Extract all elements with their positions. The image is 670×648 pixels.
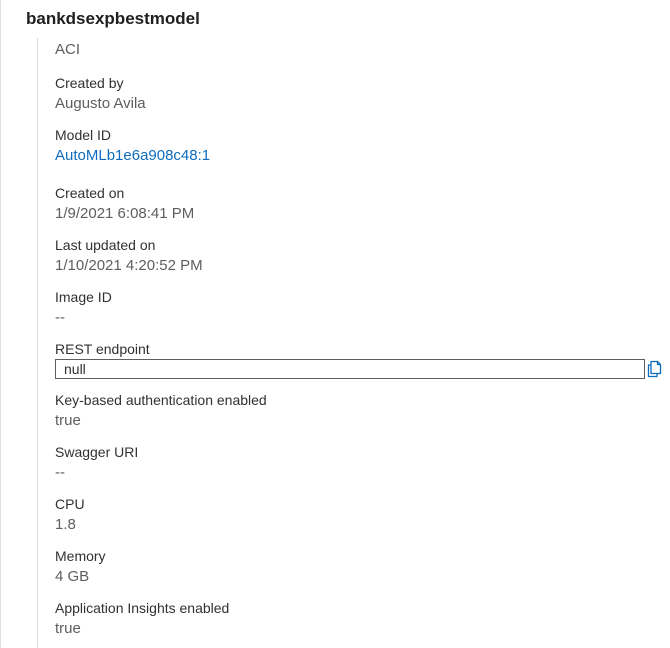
app-insights-label: Application Insights enabled bbox=[55, 600, 230, 616]
deployment-title: bankdsexpbestmodel bbox=[26, 9, 200, 28]
created-by-label: Created by bbox=[55, 75, 124, 91]
section-rail-divider bbox=[37, 38, 38, 648]
image-id-value: -- bbox=[55, 309, 65, 326]
model-id-field: Model ID AutoMLb1e6a908c48:1 bbox=[55, 126, 655, 166]
memory-value: 4 GB bbox=[55, 568, 90, 585]
rest-endpoint-row: null bbox=[55, 359, 662, 381]
key-auth-field: Key-based authentication enabled true bbox=[55, 391, 655, 431]
swagger-uri-value: -- bbox=[55, 464, 65, 481]
cpu-label: CPU bbox=[55, 496, 85, 512]
key-auth-value: true bbox=[55, 412, 81, 429]
last-updated-field: Last updated on 1/10/2021 4:20:52 PM bbox=[55, 236, 655, 276]
key-auth-label: Key-based authentication enabled bbox=[55, 392, 267, 408]
swagger-uri-label: Swagger URI bbox=[55, 444, 139, 460]
rest-endpoint-input[interactable]: null bbox=[55, 359, 645, 379]
image-id-label: Image ID bbox=[55, 289, 112, 305]
panel-edge-divider bbox=[0, 0, 1, 648]
model-id-link[interactable]: AutoMLb1e6a908c48:1 bbox=[55, 146, 655, 166]
copy-icon[interactable] bbox=[647, 360, 663, 378]
image-id-field: Image ID -- bbox=[55, 288, 655, 328]
cpu-field: CPU 1.8 bbox=[55, 495, 655, 535]
compute-type-value: ACI bbox=[55, 41, 81, 58]
last-updated-value: 1/10/2021 4:20:52 PM bbox=[55, 257, 203, 274]
model-id-label: Model ID bbox=[55, 127, 112, 143]
created-on-value: 1/9/2021 6:08:41 PM bbox=[55, 205, 195, 222]
created-on-label: Created on bbox=[55, 185, 125, 201]
created-by-value: Augusto Avila bbox=[55, 95, 146, 112]
memory-label: Memory bbox=[55, 548, 106, 564]
app-insights-value: true bbox=[55, 620, 81, 637]
deployment-details-panel: bankdsexpbestmodel ACI Created by August… bbox=[0, 0, 670, 648]
rest-endpoint-field: REST endpoint null bbox=[55, 340, 662, 381]
memory-field: Memory 4 GB bbox=[55, 547, 655, 587]
created-by-field: Created by Augusto Avila bbox=[55, 74, 655, 114]
app-insights-field: Application Insights enabled true bbox=[55, 599, 655, 639]
rest-endpoint-label: REST endpoint bbox=[55, 341, 150, 357]
swagger-uri-field: Swagger URI -- bbox=[55, 443, 655, 483]
last-updated-label: Last updated on bbox=[55, 237, 156, 253]
cpu-value: 1.8 bbox=[55, 516, 76, 533]
created-on-field: Created on 1/9/2021 6:08:41 PM bbox=[55, 184, 655, 224]
